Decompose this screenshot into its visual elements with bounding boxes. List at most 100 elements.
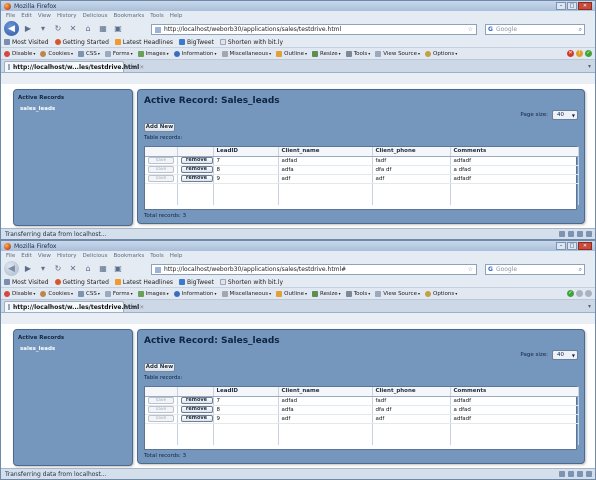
- menu-file[interactable]: File: [6, 13, 15, 19]
- save-button[interactable]: save: [148, 397, 174, 404]
- cell-leadid[interactable]: 7: [213, 396, 279, 406]
- bookmark-getting-started[interactable]: Getting Started: [54, 39, 109, 46]
- dev-disable[interactable]: Disable ▾: [4, 290, 35, 297]
- cell-leadid[interactable]: 9: [213, 174, 279, 184]
- add-new-button[interactable]: Add New: [144, 363, 175, 372]
- remove-button[interactable]: remove: [180, 406, 212, 413]
- col-client-name[interactable]: Client_name: [278, 147, 373, 157]
- valid-check-icon[interactable]: ✓: [585, 50, 592, 57]
- list-all-tabs-icon[interactable]: ▾: [588, 63, 591, 70]
- menu-bookmarks[interactable]: Bookmarks: [113, 253, 144, 259]
- home-icon[interactable]: ⌂: [82, 263, 94, 275]
- save-button[interactable]: save: [148, 406, 174, 413]
- dev-resize[interactable]: Resize ▾: [312, 50, 341, 57]
- remove-button[interactable]: remove: [180, 157, 212, 164]
- dev-miscellaneous[interactable]: Miscellaneous ▾: [221, 290, 271, 297]
- tab-testdrive[interactable]: http://localhost/w...les/testdrive.html …: [4, 301, 144, 312]
- dev-forms[interactable]: Forms ▾: [104, 50, 133, 57]
- status-grey-icon[interactable]: [576, 290, 583, 297]
- cell-leadid[interactable]: 7: [213, 156, 279, 166]
- save-button[interactable]: save: [148, 157, 174, 164]
- save-button[interactable]: save: [148, 166, 174, 173]
- bookmark-bigtweet[interactable]: BigTweet: [179, 279, 214, 286]
- addon-status-icon[interactable]: [586, 231, 592, 237]
- maximize-button[interactable]: □: [567, 242, 577, 250]
- bookmark-bigtweet[interactable]: BigTweet: [179, 39, 214, 46]
- dev-options[interactable]: Options ▾: [424, 290, 457, 297]
- warning-icon[interactable]: !: [576, 50, 583, 57]
- error-icon[interactable]: ✕: [567, 50, 574, 57]
- menu-help[interactable]: Help: [170, 13, 183, 19]
- reload-icon[interactable]: ↻: [52, 23, 64, 35]
- list-all-tabs-icon[interactable]: ▾: [588, 303, 591, 310]
- sidebar-item-sales-leads[interactable]: sales_leads: [14, 344, 132, 354]
- bookmark-star-icon[interactable]: ☆: [468, 266, 473, 273]
- delicious-icon[interactable]: ▦: [97, 263, 109, 275]
- maximize-button[interactable]: □: [567, 2, 577, 10]
- bookmark-most-visited[interactable]: Most Visited: [4, 39, 49, 46]
- new-tab-button[interactable]: +: [127, 302, 136, 311]
- stop-icon[interactable]: ✕: [67, 23, 79, 35]
- col-client-name[interactable]: Client_name: [278, 387, 373, 397]
- col-client-phone[interactable]: Client_phone: [372, 387, 451, 397]
- dev-miscellaneous[interactable]: Miscellaneous ▾: [221, 50, 271, 57]
- remove-button[interactable]: remove: [180, 397, 212, 404]
- addon-status-icon[interactable]: [586, 471, 592, 477]
- search-box[interactable]: G Google ⌕: [485, 24, 585, 35]
- addon-status-icon[interactable]: [568, 471, 574, 477]
- minimize-button[interactable]: –: [556, 2, 566, 10]
- menu-edit[interactable]: Edit: [21, 253, 32, 259]
- back-button[interactable]: ◀: [4, 261, 19, 276]
- cell-client-name[interactable]: adf: [278, 174, 373, 184]
- cell-client-name[interactable]: adfa: [278, 165, 373, 175]
- menu-bookmarks[interactable]: Bookmarks: [113, 13, 144, 19]
- forward-button[interactable]: ▶: [22, 23, 34, 35]
- url-bar[interactable]: http://localhost/weborb30/applications/s…: [151, 24, 477, 35]
- dev-outline[interactable]: Outline ▾: [276, 50, 307, 57]
- dev-css[interactable]: CSS ▾: [77, 290, 100, 297]
- bookmark-shorten-bitly[interactable]: Shorten with bit.ly: [219, 279, 283, 286]
- dev-outline[interactable]: Outline ▾: [276, 290, 307, 297]
- addon-status-icon[interactable]: [577, 231, 583, 237]
- menu-view[interactable]: View: [38, 253, 51, 259]
- cell-client-phone[interactable]: fadf: [372, 396, 451, 406]
- remove-button[interactable]: remove: [180, 175, 212, 182]
- addon-status-icon[interactable]: [568, 231, 574, 237]
- menu-file[interactable]: File: [6, 253, 15, 259]
- menu-history[interactable]: History: [57, 13, 77, 19]
- dev-view-source[interactable]: View Source ▾: [375, 50, 420, 57]
- cell-comments[interactable]: adfadf: [450, 174, 579, 184]
- menu-history[interactable]: History: [57, 253, 77, 259]
- col-comments[interactable]: Comments: [450, 147, 579, 157]
- cell-comments[interactable]: adfadf: [450, 396, 579, 406]
- new-tab-button[interactable]: +: [127, 62, 136, 71]
- home-icon[interactable]: ⌂: [82, 23, 94, 35]
- menu-tools[interactable]: Tools: [150, 13, 164, 19]
- valid-check-icon[interactable]: ✓: [567, 290, 574, 297]
- menu-help[interactable]: Help: [170, 253, 183, 259]
- search-box[interactable]: G Google ⌕: [485, 264, 585, 275]
- cell-comments[interactable]: adfadf: [450, 414, 579, 424]
- bookmark-shorten-bitly[interactable]: Shorten with bit.ly: [219, 39, 283, 46]
- menu-tools[interactable]: Tools: [150, 253, 164, 259]
- menu-delicious[interactable]: Delicious: [83, 13, 108, 19]
- close-window-button[interactable]: ✕: [578, 242, 592, 250]
- delicious-icon[interactable]: ▦: [97, 23, 109, 35]
- menu-edit[interactable]: Edit: [21, 13, 32, 19]
- dev-disable[interactable]: Disable ▾: [4, 50, 35, 57]
- addon-status-icon[interactable]: [577, 471, 583, 477]
- dev-forms[interactable]: Forms ▾: [104, 290, 133, 297]
- menu-view[interactable]: View: [38, 13, 51, 19]
- cell-leadid[interactable]: 8: [213, 165, 279, 175]
- remove-button[interactable]: remove: [180, 166, 212, 173]
- dev-resize[interactable]: Resize ▾: [312, 290, 341, 297]
- col-client-phone[interactable]: Client_phone: [372, 147, 451, 157]
- status-grey-icon[interactable]: [585, 290, 592, 297]
- page-size-select[interactable]: 40 ▼: [552, 350, 578, 360]
- dev-images[interactable]: Images ▾: [137, 50, 169, 57]
- save-button[interactable]: save: [148, 415, 174, 422]
- cell-comments[interactable]: a dfad: [450, 165, 579, 175]
- forward-button[interactable]: ▶: [22, 263, 34, 275]
- cell-client-phone[interactable]: adf: [372, 174, 451, 184]
- tab-close-icon[interactable]: ✕: [139, 64, 144, 71]
